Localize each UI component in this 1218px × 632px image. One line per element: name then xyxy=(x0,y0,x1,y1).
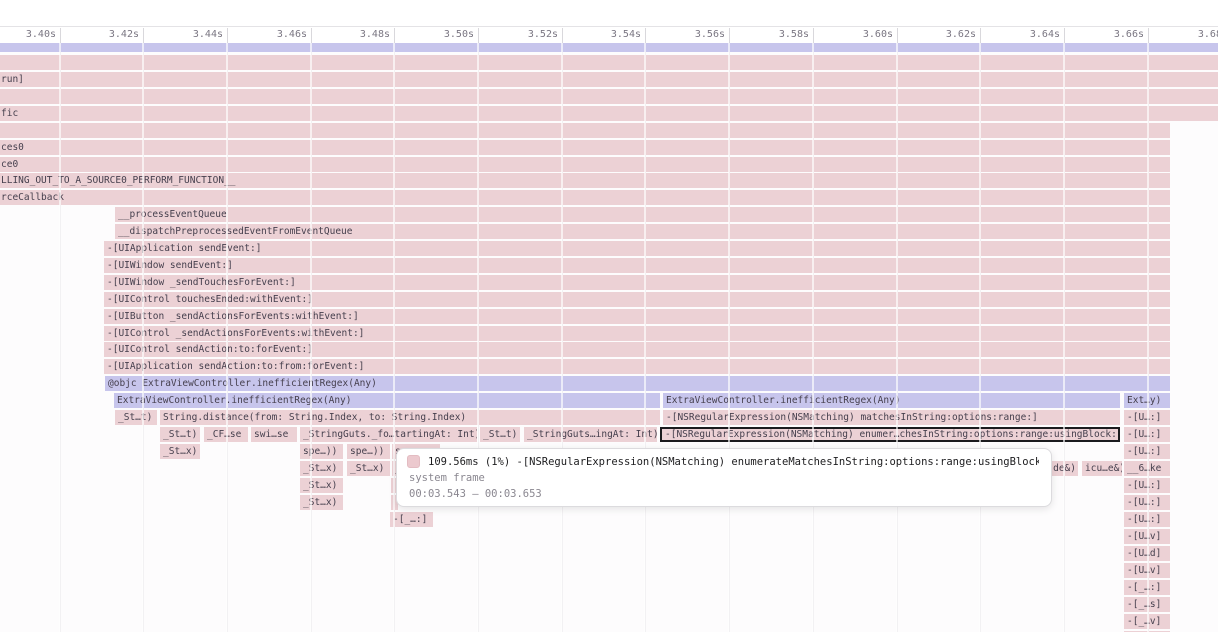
category-swatch-icon xyxy=(407,455,420,468)
flame-bar[interactable]: String.distance(from: String.Index, to: … xyxy=(160,410,660,425)
flame-bar[interactable]: _StringGuts._fo…tartingAt: Int) xyxy=(300,427,477,442)
flame-bar[interactable]: -[UIControl sendAction:to:forEvent:] xyxy=(104,342,1170,357)
flame-bar[interactable]: _St…x) xyxy=(160,444,200,459)
flame-bar[interactable]: LLING_OUT_TO_A_SOURCE0_PERFORM_FUNCTION_… xyxy=(0,173,1170,188)
gridline-overlay xyxy=(310,43,312,632)
gridline-overlay xyxy=(393,43,395,632)
flame-bar[interactable] xyxy=(0,89,1218,104)
flame-bar[interactable]: -[_…:] xyxy=(390,512,433,527)
flame-bar[interactable]: ce0 xyxy=(0,157,1170,172)
flame-bar[interactable]: _St…x) xyxy=(300,461,343,476)
gridline-overlay xyxy=(59,43,61,632)
gridline-overlay xyxy=(561,43,563,632)
gridline-overlay xyxy=(477,43,479,632)
flame-bar[interactable]: -[UIButton _sendActionsForEvents:withEve… xyxy=(104,309,1170,324)
flame-bar[interactable]: fic xyxy=(0,106,1218,121)
flame-bar[interactable]: _St…x) xyxy=(300,478,343,493)
flame-bar[interactable]: spe…)) xyxy=(347,444,390,459)
gridline-overlay xyxy=(1063,43,1065,632)
tooltip-time-range: 00:03.543 — 00:03.653 xyxy=(407,488,1039,500)
flame-bar[interactable]: -[UIApplication sendAction:to:from:forEv… xyxy=(104,359,1170,374)
flame-bar[interactable]: -[UIControl _sendActionsForEvents:withEv… xyxy=(104,326,1170,341)
gridline-overlay xyxy=(896,43,898,632)
tooltip-subtitle: system frame xyxy=(407,472,1039,484)
flame-bar[interactable]: @objc ExtraViewController.inefficientReg… xyxy=(105,376,1170,391)
flame-bar[interactable]: -[NSRegularExpression(NSMatching) matche… xyxy=(663,410,1120,425)
flame-bar[interactable]: -[UIWindow sendEvent:] xyxy=(104,258,1170,273)
flame-bars-layer: run] fic ces0 ce0LLING_OUT_TO_A_SOURCE0_PER… xyxy=(0,0,1218,632)
flame-bar[interactable] xyxy=(0,55,1218,70)
flame-bar[interactable]: icu…e&) xyxy=(1082,461,1122,476)
flame-bar[interactable]: -[UIApplication sendEvent:] xyxy=(104,241,1170,256)
flame-bar[interactable]: run] xyxy=(0,72,1218,87)
flame-bar[interactable]: __processEventQueue xyxy=(115,207,1170,222)
flame-chart: 3.40s3.42s3.44s3.46s3.48s3.50s3.52s3.54s… xyxy=(0,0,1218,632)
gridline-overlay xyxy=(644,43,646,632)
flame-bar[interactable]: _St…x) xyxy=(347,461,390,476)
flame-bar[interactable]: -[UIControl touchesEnded:withEvent:] xyxy=(104,292,1170,307)
gridline-overlay xyxy=(1147,43,1149,632)
gridline-overlay xyxy=(728,43,730,632)
gridline-overlay xyxy=(812,43,814,632)
tooltip: 109.56ms (1%) -[NSRegularExpression(NSMa… xyxy=(396,448,1052,507)
flame-bar[interactable] xyxy=(0,43,1218,52)
flame-bar[interactable] xyxy=(0,123,1170,138)
flame-bar[interactable]: swi…se xyxy=(251,427,297,442)
flame-bar[interactable]: _St…t) xyxy=(115,410,157,425)
flame-bar[interactable]: ces0 xyxy=(0,140,1170,155)
gridline-overlay xyxy=(142,43,144,632)
gridline-overlay xyxy=(979,43,981,632)
flame-bar[interactable]: ExtraViewController.inefficientRegex(Any… xyxy=(663,393,1120,408)
flame-bar[interactable]: spe…)) xyxy=(300,444,343,459)
flame-bar[interactable]: _St…x) xyxy=(300,495,343,510)
flame-bar[interactable]: _St…t) xyxy=(160,427,200,442)
gridline-overlay xyxy=(226,43,228,632)
tooltip-title-row: 109.56ms (1%) -[NSRegularExpression(NSMa… xyxy=(407,455,1039,468)
tooltip-title: 109.56ms (1%) -[NSRegularExpression(NSMa… xyxy=(428,456,1039,468)
flame-bar[interactable]: _St…t) xyxy=(480,427,520,442)
flame-bar[interactable]: ExtraViewController.inefficientRegex(Any… xyxy=(114,393,660,408)
flame-bar[interactable]: -[UIWindow _sendTouchesForEvent:] xyxy=(104,275,1170,290)
flame-bar[interactable]: _StringGuts…ingAt: Int) xyxy=(524,427,657,442)
flame-bar[interactable]: __dispatchPreprocessedEventFromEventQueu… xyxy=(115,224,1170,239)
flame-bar[interactable]: rceCallback xyxy=(0,190,1170,205)
